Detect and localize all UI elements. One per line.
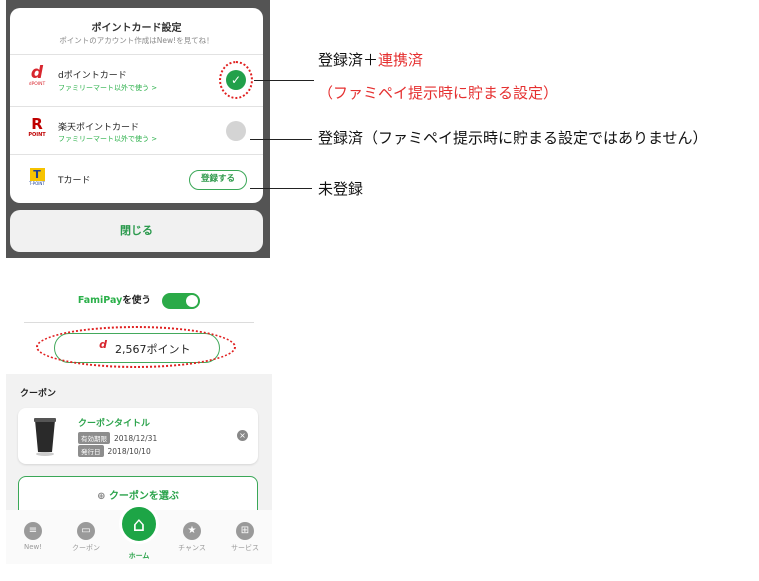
ticket-plus-icon: ⊕ — [97, 491, 109, 502]
rakuten-logo-icon: R POINT — [28, 115, 46, 139]
famipay-suffix: を使う — [122, 295, 151, 306]
card-name: dポイントカード — [58, 71, 127, 81]
tab-chance[interactable]: ★ チャンス — [167, 522, 217, 553]
tab-coupon[interactable]: ▭ クーポン — [61, 522, 111, 553]
point-card-settings-screenshot: ポイントカード設定 ポイントのアカウント作成はNew!を見てね！ d dPOIN… — [6, 0, 270, 258]
choose-coupon-label: ⊕ クーポンを選ぶ — [97, 491, 179, 502]
annotation-line-2 — [250, 139, 312, 140]
toggle-knob — [186, 294, 199, 307]
highlight-ring — [219, 61, 253, 99]
coupon-icon: ▭ — [77, 522, 95, 540]
card-link[interactable]: ファミリーマート以外で使う > — [58, 83, 157, 93]
close-icon[interactable]: × — [237, 430, 248, 441]
card-row-tcard[interactable]: T T-POINT Tカード 登録する — [10, 154, 263, 203]
home-screenshot: FamiPayを使う d 2,567ポイント クーポン クーポンタイトル 有効期… — [6, 278, 272, 564]
card-row-rakuten[interactable]: R POINT 楽天ポイントカード ファミリーマート以外で使う > — [10, 106, 263, 154]
close-button[interactable]: 閉じる — [10, 210, 263, 252]
star-icon: ★ — [183, 522, 201, 540]
annotation-unregistered: 未登録 — [318, 180, 364, 198]
point-card-settings-sheet: ポイントカード設定 ポイントのアカウント作成はNew!を見てね！ d dPOIN… — [10, 8, 263, 203]
tab-service[interactable]: ⊞ サービス — [220, 522, 270, 553]
sheet-subtitle: ポイントのアカウント作成はNew!を見てね！ — [59, 36, 214, 45]
annotation-line-3 — [250, 188, 312, 189]
home-fab[interactable]: ⌂ — [119, 504, 159, 544]
register-button[interactable]: 登録する — [189, 170, 247, 190]
annotation-linked-note: （ファミペイ提示時に貯まる設定） — [318, 84, 559, 102]
coupon-heading: クーポン — [20, 389, 57, 399]
tab-home[interactable]: ホーム — [114, 548, 164, 561]
coupon-expiry: 有効期限 2018/12/31 — [78, 432, 157, 444]
tpoint-logo-icon: T T-POINT — [29, 168, 45, 186]
dpoint-logo-icon: d dPOINT — [28, 63, 46, 88]
list-icon: ≡ — [24, 522, 42, 540]
famipay-toggle-row: FamiPayを使う — [6, 292, 272, 309]
coupon-title: クーポンタイトル — [78, 419, 151, 429]
divider — [24, 322, 254, 323]
bottom-tab-bar: ⌂ ≡ New! ▭ クーポン ホーム ★ チャンス ⊞ サービス — [6, 504, 272, 564]
unchecked-circle-icon[interactable] — [226, 121, 246, 141]
coffee-cup-icon — [34, 418, 56, 456]
card-link[interactable]: ファミリーマート以外で使う > — [58, 134, 157, 144]
home-icon: ⌂ — [132, 512, 146, 536]
famipay-toggle[interactable] — [162, 292, 201, 309]
coupon-issued: 発行日 2018/10/10 — [78, 445, 151, 457]
card-name: Tカード — [58, 176, 91, 186]
annotation-line-1 — [254, 80, 314, 81]
sheet-title: ポイントカード設定 — [91, 23, 182, 34]
tab-new[interactable]: ≡ New! — [8, 522, 58, 551]
famipay-brand: FamiPay — [77, 295, 123, 306]
card-row-dpoint[interactable]: d dPOINT dポイントカード ファミリーマート以外で使う > ✓ — [10, 54, 263, 106]
grid-icon: ⊞ — [236, 522, 254, 540]
highlight-ring — [36, 326, 236, 368]
coupon-card[interactable]: クーポンタイトル 有効期限 2018/12/31 発行日 2018/10/10 × — [18, 408, 258, 464]
card-name: 楽天ポイントカード — [58, 123, 140, 133]
annotation-registered-linked: 登録済＋連携済 — [318, 51, 424, 69]
annotation-registered-only: 登録済（ファミペイ提示時に貯まる設定ではありません） — [318, 129, 708, 147]
